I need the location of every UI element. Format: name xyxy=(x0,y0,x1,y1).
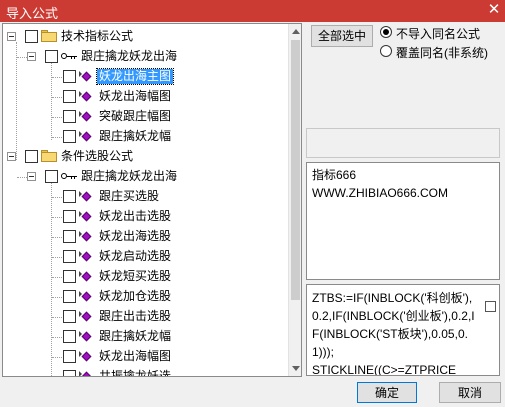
formula-icon xyxy=(79,211,93,223)
radio-overwrite[interactable] xyxy=(380,45,392,57)
title-bar: 导入公式 ✕ xyxy=(0,0,505,22)
collapse-icon[interactable] xyxy=(7,32,16,41)
item-checkbox[interactable] xyxy=(63,90,76,103)
ok-button[interactable]: 确定 xyxy=(357,382,417,403)
tree-item[interactable]: 妖龙出海幅图 xyxy=(3,347,283,367)
key-icon xyxy=(61,51,77,61)
tree-indicator-1[interactable]: 跟庄擒龙妖龙出海 xyxy=(3,47,283,67)
formula-icon xyxy=(79,131,93,143)
window-title: 导入公式 xyxy=(6,6,59,21)
select-all-button[interactable]: 全部选中 xyxy=(311,25,373,47)
tree-item[interactable]: 妖龙出海主图 xyxy=(3,67,283,87)
radio-overwrite-label: 覆盖同名(非系统) xyxy=(396,46,488,60)
tree-item[interactable]: 突破跟庄幅图 xyxy=(3,107,283,127)
tree-item[interactable]: 跟庄出击选股 xyxy=(3,307,283,327)
formula-code: ZTBS:=IF(INBLOCK('科创板'),0.2,IF(INBLOCK('… xyxy=(312,291,475,376)
tree-item[interactable]: 妖龙出海选股 xyxy=(3,227,283,247)
item-label: 共振擒龙妖选 xyxy=(99,369,172,377)
item-label: 跟庄擒妖龙幅 xyxy=(99,129,172,143)
indicator-checkbox[interactable] xyxy=(45,170,58,183)
item-checkbox[interactable] xyxy=(63,70,76,83)
description-field xyxy=(306,128,500,158)
item-checkbox[interactable] xyxy=(63,330,76,343)
tree-item[interactable]: 妖龙出击选股 xyxy=(3,207,283,227)
indicator-label: 跟庄擒龙妖龙出海 xyxy=(81,49,178,63)
scroll-up-icon[interactable] xyxy=(292,29,300,34)
formula-icon xyxy=(79,351,93,363)
item-checkbox[interactable] xyxy=(63,350,76,363)
collapse-icon[interactable] xyxy=(27,172,36,181)
item-label: 跟庄擒妖龙幅 xyxy=(99,329,172,343)
item-checkbox[interactable] xyxy=(63,250,76,263)
radio-skip-duplicates-label: 不导入同名公式 xyxy=(396,27,481,41)
item-label: 妖龙短买选股 xyxy=(99,269,172,283)
tree-scrollbar[interactable] xyxy=(288,24,301,376)
item-label: 妖龙加仓选股 xyxy=(99,289,172,303)
formula-icon xyxy=(79,271,93,283)
close-icon[interactable]: ✕ xyxy=(483,0,505,22)
group-checkbox[interactable] xyxy=(25,30,38,43)
group-label: 条件选股公式 xyxy=(61,149,134,163)
tree-item[interactable]: 妖龙出海幅图 xyxy=(3,87,283,107)
formula-icon xyxy=(79,371,93,376)
folder-icon xyxy=(41,30,57,42)
tree-item[interactable]: 妖龙短买选股 xyxy=(3,267,283,287)
item-checkbox[interactable] xyxy=(63,110,76,123)
tree-item[interactable]: 妖龙启动选股 xyxy=(3,247,283,267)
item-checkbox[interactable] xyxy=(63,310,76,323)
item-label: 突破跟庄幅图 xyxy=(99,109,172,123)
formula-icon xyxy=(79,111,93,123)
formula-icon xyxy=(79,251,93,263)
tree-group-2[interactable]: 条件选股公式 xyxy=(3,147,283,167)
item-label: 妖龙出海主图 xyxy=(95,68,175,85)
tree-item[interactable]: 跟庄买选股 xyxy=(3,187,283,207)
indicator-checkbox[interactable] xyxy=(45,50,58,63)
item-label: 妖龙启动选股 xyxy=(99,249,172,263)
tree-item[interactable]: 共振擒龙妖选 xyxy=(3,367,283,377)
tree-group-1[interactable]: 技术指标公式 xyxy=(3,27,283,47)
group-checkbox[interactable] xyxy=(25,150,38,163)
collapse-icon[interactable] xyxy=(7,152,16,161)
tree-item[interactable]: 跟庄擒妖龙幅 xyxy=(3,127,283,147)
code-checkbox[interactable] xyxy=(485,301,496,312)
item-checkbox[interactable] xyxy=(63,290,76,303)
item-label: 妖龙出海幅图 xyxy=(99,89,172,103)
formula-icon xyxy=(79,311,93,323)
item-label: 跟庄买选股 xyxy=(99,189,160,203)
scroll-down-icon[interactable] xyxy=(292,366,300,371)
cancel-button[interactable]: 取消 xyxy=(439,382,501,403)
item-label: 妖龙出海选股 xyxy=(99,229,172,243)
item-label: 妖龙出击选股 xyxy=(99,209,172,223)
formula-icon xyxy=(79,331,93,343)
formula-icon xyxy=(79,71,93,83)
item-checkbox[interactable] xyxy=(63,190,76,203)
info-panel: 指标666 WWW.ZHIBIAO666.COM xyxy=(306,162,500,280)
formula-tree[interactable]: 技术指标公式 跟庄擒龙妖龙出海 妖龙出海主图 妖龙出海幅图 突破跟庄幅图 跟庄擒… xyxy=(2,23,302,377)
item-checkbox[interactable] xyxy=(63,130,76,143)
item-checkbox[interactable] xyxy=(63,270,76,283)
formula-icon xyxy=(79,291,93,303)
tree-indicator-2[interactable]: 跟庄擒龙妖龙出海 xyxy=(3,167,283,187)
tree-item[interactable]: 跟庄擒妖龙幅 xyxy=(3,327,283,347)
item-checkbox[interactable] xyxy=(63,370,76,376)
info-line-name: 指标666 xyxy=(312,168,357,182)
key-icon xyxy=(61,171,77,181)
item-label: 跟庄出击选股 xyxy=(99,309,172,323)
formula-icon xyxy=(79,191,93,203)
indicator-label: 跟庄擒龙妖龙出海 xyxy=(81,169,178,183)
formula-icon xyxy=(79,91,93,103)
radio-skip-duplicates[interactable] xyxy=(380,26,392,38)
item-checkbox[interactable] xyxy=(63,210,76,223)
item-checkbox[interactable] xyxy=(63,230,76,243)
item-label: 妖龙出海幅图 xyxy=(99,349,172,363)
scroll-thumb[interactable] xyxy=(291,40,300,300)
tree-item[interactable]: 妖龙加仓选股 xyxy=(3,287,283,307)
code-panel[interactable]: ZTBS:=IF(INBLOCK('科创板'),0.2,IF(INBLOCK('… xyxy=(306,284,500,376)
group-label: 技术指标公式 xyxy=(61,29,134,43)
formula-icon xyxy=(79,231,93,243)
folder-icon xyxy=(41,150,57,162)
collapse-icon[interactable] xyxy=(27,52,36,61)
info-line-url: WWW.ZHIBIAO666.COM xyxy=(312,186,449,200)
